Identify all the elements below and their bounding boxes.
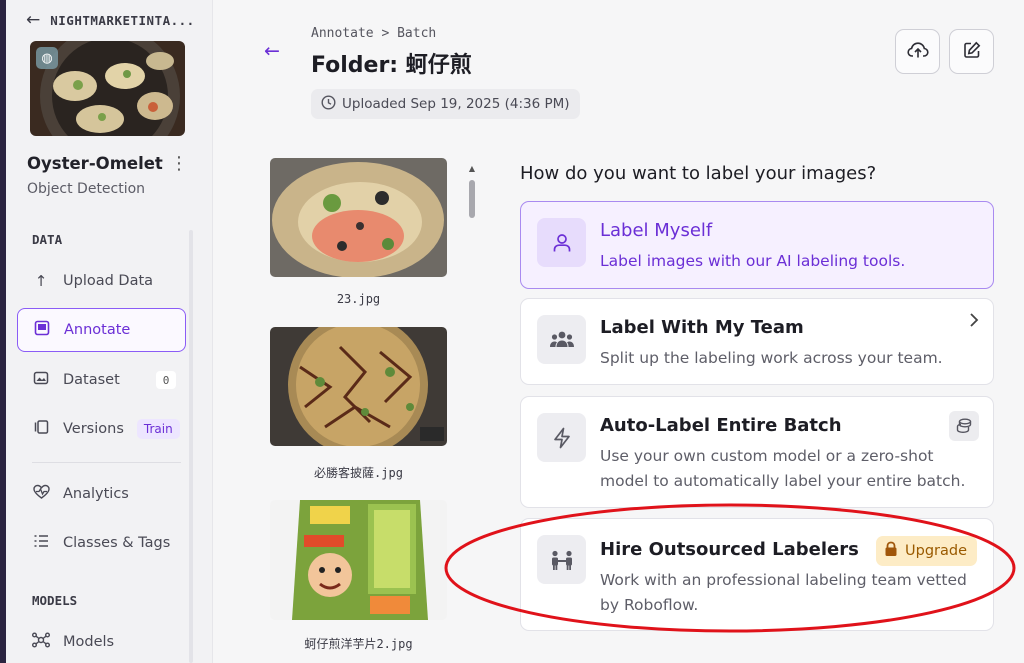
- option-description: Use your own custom model or a zero-shot…: [600, 447, 966, 490]
- globe-icon: ◍: [36, 47, 58, 69]
- scrollbar-thumb[interactable]: [469, 180, 475, 218]
- thumbnail-filename: 蚵仔煎洋芋片2.jpg: [304, 637, 413, 651]
- uploaded-text: Uploaded Sep 19, 2025 (4:36 PM): [342, 96, 570, 112]
- sidebar-item-analytics[interactable]: Analytics: [17, 472, 186, 516]
- thumbnail-scrollbar[interactable]: ▲: [467, 164, 477, 663]
- annotate-icon: [33, 320, 51, 340]
- project-type: Object Detection: [27, 181, 146, 197]
- workspace-row[interactable]: ← NIGHTMARKETINTA...: [26, 10, 195, 30]
- uploaded-badge: Uploaded Sep 19, 2025 (4:36 PM): [311, 89, 580, 119]
- sidebar-divider: [32, 462, 181, 463]
- page-title: Folder: 蚵仔煎: [311, 53, 472, 78]
- option-label-with-team[interactable]: Label With My Team Split up the labeling…: [520, 298, 994, 385]
- thumbnail-image[interactable]: [270, 327, 447, 446]
- sidebar-item-annotate[interactable]: Annotate: [17, 308, 186, 352]
- dataset-icon: [32, 370, 50, 390]
- person-icon: [537, 218, 586, 267]
- lock-icon: [884, 541, 898, 561]
- sidebar-item-label: Versions: [63, 421, 124, 437]
- analytics-icon: [32, 484, 50, 504]
- cloud-upload-icon: [906, 41, 929, 63]
- option-title: Hire Outsourced Labelers: [600, 539, 859, 560]
- edit-button[interactable]: [949, 29, 994, 74]
- thumbnail-image[interactable]: [270, 158, 447, 277]
- breadcrumb[interactable]: Annotate > Batch: [311, 26, 436, 41]
- sidebar-item-dataset[interactable]: Dataset 0: [17, 358, 186, 402]
- dataset-count-badge: 0: [156, 371, 176, 389]
- lightning-icon: [537, 413, 586, 462]
- sidebar-item-label: Annotate: [64, 322, 131, 338]
- image-thumbnail-list[interactable]: 23.jpg 必勝客披薩.jpg 蚵仔煎洋芋片2.jpg ▲: [262, 150, 480, 663]
- edit-icon: [963, 41, 981, 63]
- sidebar-item-label: Models: [63, 634, 115, 650]
- credits-icon[interactable]: [949, 411, 979, 441]
- section-label-models: MODELS: [32, 593, 78, 608]
- train-badge[interactable]: Train: [136, 419, 180, 439]
- sidebar-item-label: Analytics: [63, 486, 129, 502]
- upload-icon: ↑: [34, 272, 48, 290]
- back-arrow-icon[interactable]: ←: [264, 40, 280, 62]
- classes-icon: [32, 533, 50, 553]
- sidebar-item-label: Classes & Tags: [63, 535, 171, 551]
- sidebar-item-classes-tags[interactable]: Classes & Tags: [17, 521, 186, 565]
- chevron-right-icon: [969, 312, 979, 332]
- option-description: Work with an professional labeling team …: [600, 571, 967, 614]
- upgrade-label: Upgrade: [905, 543, 967, 559]
- option-label-myself[interactable]: Label Myself Label images with our AI la…: [520, 201, 994, 289]
- option-hire-outsourced-labelers[interactable]: Hire Outsourced Labelers Work with an pr…: [520, 518, 994, 631]
- option-title: Label Myself: [600, 220, 713, 241]
- upload-cloud-button[interactable]: [895, 29, 940, 74]
- sidebar: ← NIGHTMARKETINTA... ◍ Oyster-Omelet ⋮ O…: [6, 0, 213, 663]
- upgrade-badge[interactable]: Upgrade: [876, 536, 977, 566]
- option-description: Label images with our AI labeling tools.: [600, 252, 906, 270]
- thumbnail-filename: 23.jpg: [336, 292, 381, 306]
- option-auto-label[interactable]: Auto-Label Entire Batch Use your own cus…: [520, 396, 994, 508]
- versions-icon: [32, 419, 50, 439]
- sidebar-item-versions[interactable]: Versions Train: [17, 407, 186, 451]
- labelers-icon: [537, 535, 586, 584]
- clock-icon: [321, 94, 336, 114]
- workspace-name[interactable]: NIGHTMARKETINTA...: [50, 13, 194, 28]
- section-label-data: DATA: [32, 232, 63, 247]
- thumbnail-filename: 必勝客披薩.jpg: [314, 466, 403, 480]
- option-title: Label With My Team: [600, 317, 804, 338]
- sidebar-scrollbar[interactable]: [189, 230, 193, 663]
- option-title: Auto-Label Entire Batch: [600, 415, 842, 436]
- team-icon: [537, 315, 586, 364]
- scroll-up-icon[interactable]: ▲: [467, 164, 477, 173]
- option-description: Split up the labeling work across your t…: [600, 349, 943, 367]
- sidebar-item-label: Dataset: [63, 372, 120, 388]
- labeling-question: How do you want to label your images?: [520, 163, 877, 184]
- models-icon: [32, 632, 50, 652]
- arrow-left-icon[interactable]: ←: [26, 10, 40, 30]
- more-options-icon[interactable]: ⋮: [170, 153, 188, 174]
- thumbnail-image[interactable]: [270, 500, 447, 620]
- sidebar-item-models[interactable]: Models: [17, 620, 186, 663]
- sidebar-item-upload-data[interactable]: ↑ Upload Data: [17, 259, 186, 303]
- sidebar-item-label: Upload Data: [63, 273, 154, 289]
- project-thumbnail[interactable]: ◍: [30, 41, 185, 136]
- project-name: Oyster-Omelet: [27, 154, 163, 173]
